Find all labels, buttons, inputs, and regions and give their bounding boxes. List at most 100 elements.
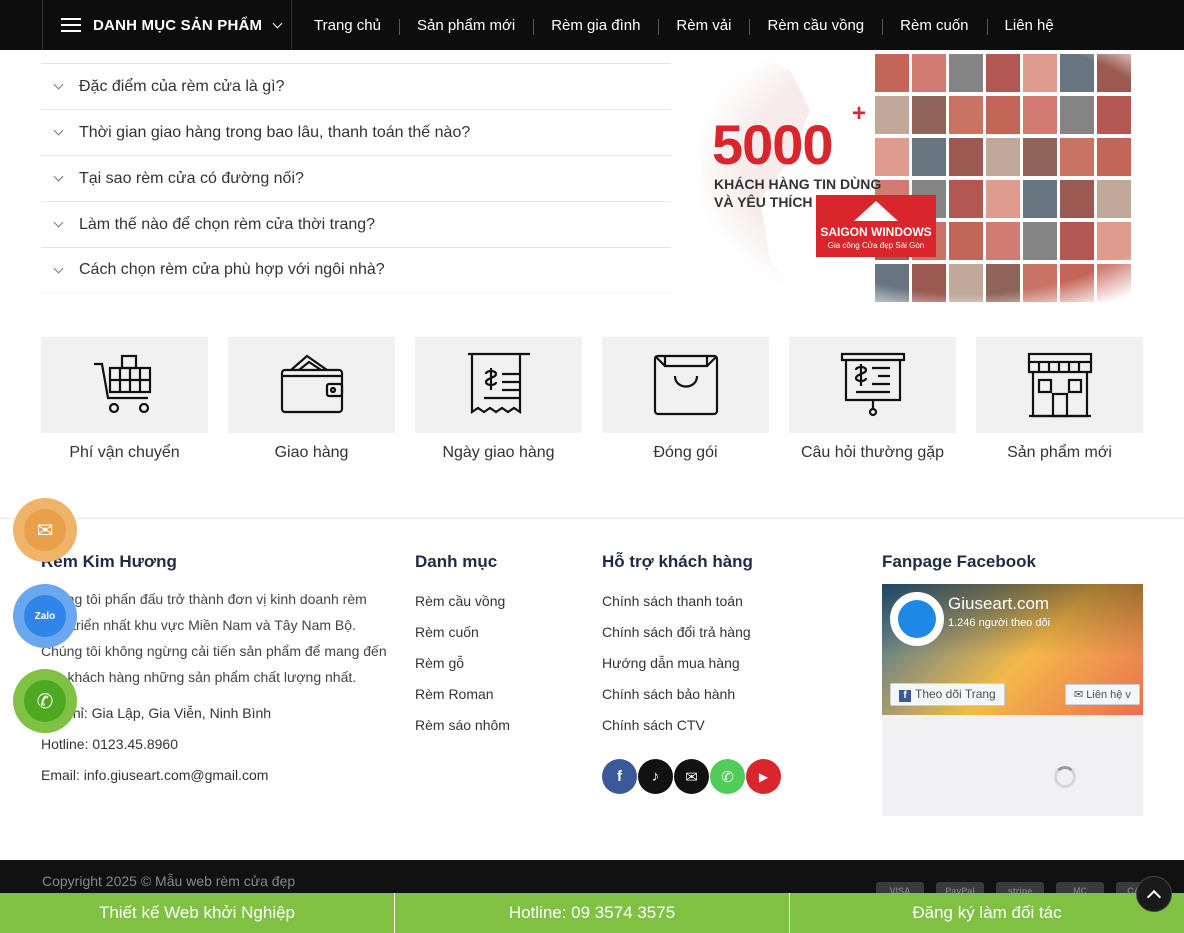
phone-icon[interactable]: ✆ <box>710 759 745 794</box>
faq-question: Tại sao rèm cửa có đường nối? <box>79 169 304 187</box>
facebook-page-widget[interactable]: Giuseart.com 1.246 người theo dõi f Theo … <box>882 584 1143 816</box>
cta-hotline[interactable]: Hotline: 09 3574 3575 <box>395 893 790 933</box>
receipt-icon <box>467 352 530 415</box>
tiktok-icon[interactable]: ♪ <box>638 759 673 794</box>
category-link[interactable]: Rèm gỗ <box>415 648 510 679</box>
about-address: Địa chỉ: Gia Lập, Gia Viễn, Ninh Bình <box>41 705 272 721</box>
chevron-down-icon <box>53 79 64 90</box>
footer-fanpage: Fanpage Facebook <box>882 552 1036 586</box>
footer-categories: Danh mục Rèm cầu vồng Rèm cuốn Rèm gỗ Rè… <box>415 552 510 741</box>
shopping-bag-icon <box>653 354 718 416</box>
fanpage-name[interactable]: Giuseart.com <box>948 594 1049 614</box>
feature-new-products[interactable]: Sản phẩm mới <box>976 337 1143 462</box>
feature-label: Đóng gói <box>653 444 718 461</box>
back-to-top-button[interactable] <box>1136 876 1172 912</box>
category-menu-button[interactable]: DANH MỤC SẢN PHẨM <box>42 0 292 50</box>
email-icon[interactable]: ✉ <box>674 759 709 794</box>
feature-label: Sản phẩm mới <box>1007 444 1112 461</box>
about-hotline: Hotline: 0123.45.8960 <box>41 736 178 752</box>
support-link[interactable]: Chính sách CTV <box>602 710 781 741</box>
shopping-cart-icon <box>93 354 151 414</box>
chevron-up-icon <box>1146 889 1162 904</box>
house-roof-icon <box>854 201 898 221</box>
floating-phone-button[interactable]: ✆ <box>13 669 77 733</box>
category-link[interactable]: Rèm Roman <box>415 679 510 710</box>
feature-delivery-date[interactable]: Ngày giao hàng <box>415 337 582 462</box>
category-menu-label: DANH MỤC SẢN PHẨM <box>93 16 263 34</box>
phone-icon: ✆ <box>24 680 66 722</box>
saigon-windows-logo: SAIGON WINDOWS Gia công Cửa đẹp Sài Gòn <box>816 195 936 257</box>
copyright-text: Copyright 2025 © Mẫu web rèm cửa đẹp <box>42 873 296 889</box>
faq-item[interactable]: Tại sao rèm cửa có đường nối? <box>41 155 671 201</box>
support-link[interactable]: Chính sách thanh toán <box>602 586 781 617</box>
presentation-board-icon <box>840 352 905 417</box>
banner-number: 5000 <box>712 113 834 176</box>
about-email: Email: info.giuseart.com@gmail.com <box>41 767 269 783</box>
faq-item[interactable]: Cách chọn rèm cửa phù hợp với ngôi nhà? <box>41 247 671 293</box>
faq-question: Thời gian giao hàng trong bao lâu, thanh… <box>79 123 471 141</box>
feature-faq[interactable]: Câu hỏi thường gặp <box>789 337 956 462</box>
contact-page-button[interactable]: ✉ Liên hệ v <box>1065 684 1140 705</box>
chevron-down-icon <box>53 171 64 182</box>
youtube-icon[interactable]: ▶ <box>746 759 781 794</box>
cta-partner-signup[interactable]: Đăng ký làm đối tác <box>790 893 1184 933</box>
footer-bottom-bar: Copyright 2025 © Mẫu web rèm cửa đẹp VIS… <box>0 860 1184 900</box>
main-menu: Trang chủ Sản phẩm mới Rèm gia đình Rèm … <box>296 0 1072 50</box>
fanpage-followers: 1.246 người theo dõi <box>948 617 1051 629</box>
mail-icon: ✉ <box>24 509 66 551</box>
customers-banner-image: 5000 + KHÁCH HÀNG TIN DÙNG VÀ YÊU THÍCH … <box>700 50 1145 308</box>
top-navigation: DANH MỤC SẢN PHẨM Trang chủ Sản phẩm mới… <box>0 0 1184 50</box>
facebook-icon[interactable]: f <box>602 759 637 794</box>
section-divider <box>0 518 1184 519</box>
support-link[interactable]: Chính sách bảo hành <box>602 679 781 710</box>
support-link[interactable]: Chính sách đổi trả hàng <box>602 617 781 648</box>
hamburger-icon <box>61 18 81 32</box>
nav-item-fabric-curtains[interactable]: Rèm vải <box>658 17 749 35</box>
category-link[interactable]: Rèm sáo nhôm <box>415 710 510 741</box>
support-title: Hỗ trợ khách hàng <box>602 552 753 571</box>
footer-support: Hỗ trợ khách hàng Chính sách thanh toán … <box>602 552 781 794</box>
banner-line-1: KHÁCH HÀNG TIN DÙNG <box>714 176 882 192</box>
feature-label: Giao hàng <box>274 444 349 461</box>
feature-shipping-fee[interactable]: Phí vận chuyển <box>41 337 208 462</box>
nav-item-home-curtains[interactable]: Rèm gia đình <box>533 17 658 35</box>
support-link[interactable]: Hướng dẫn mua hàng <box>602 648 781 679</box>
category-link[interactable]: Rèm cuốn <box>415 617 510 648</box>
floating-zalo-button[interactable]: Zalo <box>13 584 77 648</box>
fanpage-avatar[interactable] <box>890 592 944 646</box>
wallet-icon <box>280 354 343 414</box>
faq-question: Cách chọn rèm cửa phù hợp với ngôi nhà? <box>79 261 385 278</box>
logo-subtitle: Gia công Cửa đẹp Sài Gòn <box>827 241 925 250</box>
logo-name: SAIGON WINDOWS <box>820 225 932 239</box>
nav-item-roller-curtains[interactable]: Rèm cuốn <box>882 17 986 35</box>
chevron-down-icon <box>272 18 283 28</box>
faq-item[interactable]: Thời gian giao hàng trong bao lâu, thanh… <box>41 109 671 155</box>
nav-item-new-products[interactable]: Sản phẩm mới <box>398 17 533 35</box>
banner-line-2: VÀ YÊU THÍCH <box>714 194 813 210</box>
categories-title: Danh mục <box>415 552 498 571</box>
follow-page-button[interactable]: f Theo dõi Trang <box>890 683 1005 706</box>
nav-item-contact[interactable]: Liên hệ <box>986 17 1072 35</box>
nav-item-rainbow-curtains[interactable]: Rèm cầu vồng <box>749 17 882 35</box>
chevron-down-icon <box>53 263 64 273</box>
feature-list: Phí vận chuyển Giao hàng Ngày giao hàng … <box>41 337 1143 462</box>
social-links: f ♪ ✉ ✆ ▶ <box>602 759 781 794</box>
feature-label: Câu hỏi thường gặp <box>800 444 945 461</box>
faq-item[interactable]: Đặc điểm của rèm cửa là gì? <box>41 63 671 109</box>
footer-about: Rèm Kim Hương Chúng tôi phấn đấu trở thà… <box>41 552 397 791</box>
faq-accordion: Đặc điểm của rèm cửa là gì? Thời gian gi… <box>41 63 671 293</box>
faq-item[interactable]: Làm thế nào để chọn rèm cửa thời trang? <box>41 201 671 247</box>
about-title: Rèm Kim Hương <box>41 552 177 571</box>
nav-item-home[interactable]: Trang chủ <box>296 17 399 34</box>
faq-question: Đặc điểm của rèm cửa là gì? <box>79 77 285 95</box>
floating-mail-button[interactable]: ✉ <box>13 498 77 562</box>
feature-label: Ngày giao hàng <box>442 444 555 461</box>
banner-plus: + <box>852 100 867 127</box>
cta-web-design[interactable]: Thiết kế Web khởi Nghiệp <box>0 893 395 933</box>
feature-packaging[interactable]: Đóng gói <box>602 337 769 462</box>
category-link[interactable]: Rèm cầu vồng <box>415 586 510 617</box>
zalo-icon: Zalo <box>24 595 66 637</box>
storefront-icon <box>1027 352 1092 418</box>
follow-page-label: Theo dõi Trang <box>915 687 996 701</box>
feature-delivery[interactable]: Giao hàng <box>228 337 395 462</box>
